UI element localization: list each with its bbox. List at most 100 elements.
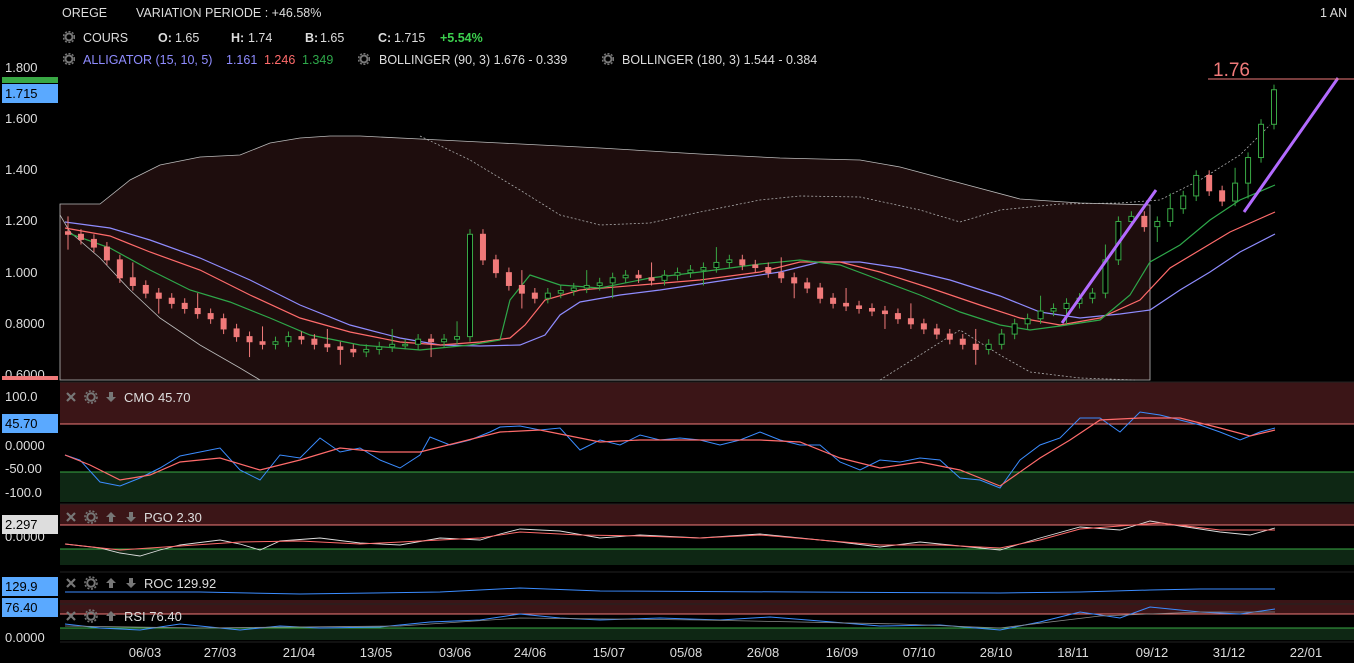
y-tick: 1.000 [5,265,38,280]
candle-body [324,343,331,348]
candle-body [817,287,824,299]
price-chart[interactable] [0,0,1354,663]
roc-badge: 129.9 [2,577,58,596]
candle-body [635,274,642,279]
close-icon[interactable] [64,576,78,590]
x-tick: 26/08 [746,645,780,660]
x-tick: 16/09 [825,645,859,660]
candle-body [129,277,136,286]
candle-body [246,336,253,343]
candle-body [518,284,525,294]
arrow-down-icon[interactable] [104,390,118,404]
candle-body [596,282,603,286]
candle-body [77,233,84,240]
candle-body [285,336,292,343]
y-tick: 0.8000 [5,316,45,331]
candle-body [661,274,668,281]
candle-body [389,343,396,348]
x-tick: 21/04 [282,645,316,660]
candle-body [272,341,279,345]
low-marker [2,376,58,380]
candle-body [376,346,383,350]
candle-body [843,302,850,307]
candle-body [998,333,1005,345]
candle-body [1167,208,1174,222]
x-tick: 09/12 [1135,645,1169,660]
arrow-up-icon[interactable] [104,510,118,524]
candle-body [1245,157,1252,184]
candle-body [700,267,707,271]
rsi-lower-zone [60,628,1354,640]
candle-body [739,259,746,266]
gear-icon[interactable] [84,609,98,623]
cmo-badge: 45.70 [2,414,58,433]
candle-body [65,231,71,235]
candle-body [402,343,409,347]
arrow-down-icon[interactable] [124,576,138,590]
candle-body [1089,292,1096,299]
candle-body [557,290,564,294]
arrow-down-icon[interactable] [124,510,138,524]
y-tick: 1.400 [5,162,38,177]
candle-body [765,267,772,274]
candle-body [233,328,240,338]
candle-body [713,261,720,269]
candle-body [907,318,914,325]
candle-body [505,272,512,286]
candle-body [1037,310,1044,320]
rsi-title: RSI 76.40 [124,608,182,624]
cmo-tick: -50.00 [5,461,42,476]
pgo-upper-zone [60,504,1354,525]
rsi-tick: 0.0000 [5,630,45,645]
candle-body [479,233,486,261]
candle-body [1206,174,1213,192]
x-tick: 31/12 [1212,645,1246,660]
close-icon[interactable] [64,510,78,524]
gear-icon[interactable] [84,510,98,524]
candle-body [881,310,888,315]
rsi-panel-title: RSI 76.40 [64,607,182,625]
candle-body [142,284,149,294]
close-icon[interactable] [64,390,78,404]
candle-body [207,313,214,320]
candle-body [311,338,318,345]
x-tick: 13/05 [359,645,393,660]
x-tick: 24/06 [513,645,547,660]
rsi-upper-zone [60,600,1354,614]
candle-body [337,346,344,350]
candle-body [1232,182,1239,202]
candle-body [492,259,499,274]
candle-body [181,302,188,309]
candle-body [1063,302,1070,309]
arrow-up-icon[interactable] [104,609,118,623]
y-tick: 1.800 [5,60,38,75]
candle-body [570,287,577,292]
candle-body [259,341,266,345]
bollinger-180-band [59,135,1151,381]
candle-body [869,307,875,312]
candle-body [674,272,681,276]
roc-panel-title: ROC 129.92 [64,574,216,592]
gear-icon[interactable] [84,390,98,404]
arrow-up-icon[interactable] [104,576,118,590]
pgo-panel-title: PGO 2.30 [64,508,202,526]
candle-body [1258,123,1265,159]
candle-body [894,313,901,320]
gear-icon[interactable] [84,576,98,590]
pgo-tick: 0.0000 [5,529,45,544]
candle-body [1141,215,1148,228]
rsi-badge: 76.40 [2,598,58,617]
candle-body [116,259,123,279]
candle-body [1180,195,1187,210]
candle-body [778,272,785,279]
cmo-title: CMO 45.70 [124,389,191,405]
close-icon[interactable] [64,609,78,623]
candle-body [531,292,538,299]
candle-body [1011,323,1018,335]
candle-body [1154,221,1161,228]
cmo-tick: 100.0 [5,389,38,404]
x-tick: 18/11 [1057,645,1089,660]
x-tick: 28/10 [979,645,1013,660]
candle-body [622,274,629,279]
candle-body [363,348,370,353]
